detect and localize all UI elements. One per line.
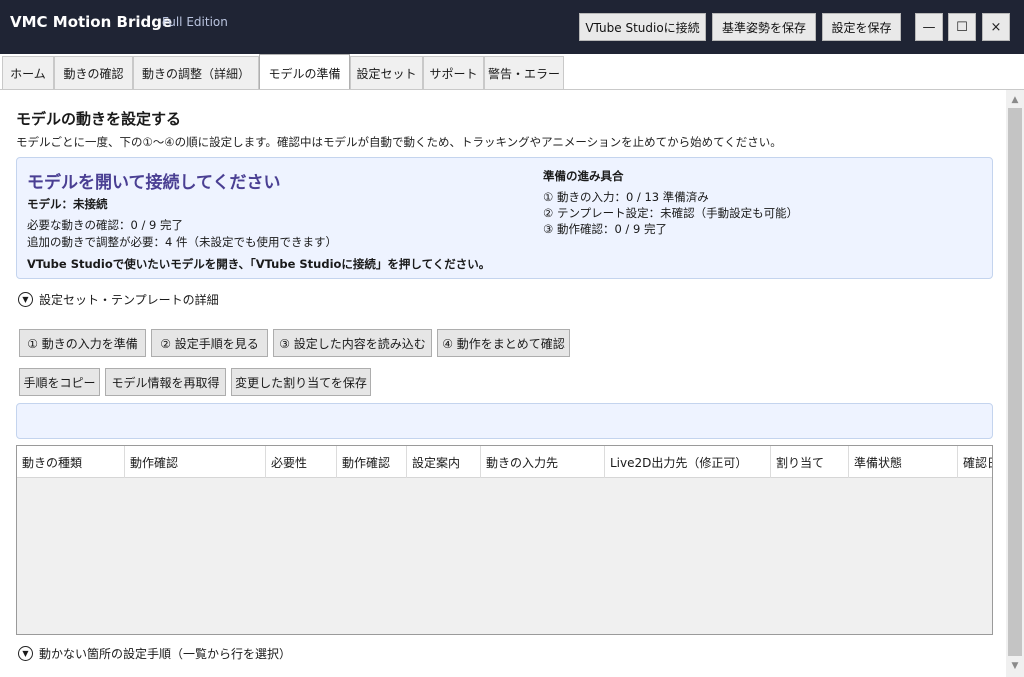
progress-step-3: ③ 動作確認：0 / 9 完了 [543, 222, 667, 236]
close-icon: × [990, 19, 1002, 35]
column-header[interactable]: 動きの入力先 [481, 446, 605, 478]
progress-step-2: ② テンプレート設定：未確認（手動設定も可能） [543, 206, 799, 220]
required-motion-status: 必要な動きの確認：0 / 9 完了 [27, 218, 183, 232]
column-header[interactable]: 設定案内 [407, 446, 481, 478]
connect-vtube-studio-button[interactable]: VTube Studioに接続 [579, 13, 706, 41]
app-edition: Full Edition [162, 15, 228, 29]
connect-instruction: VTube Studioで使いたいモデルを開き、「VTube Studioに接続… [27, 257, 491, 271]
column-header[interactable]: Live2D出力先（修正可） [605, 446, 771, 478]
scroll-up-icon[interactable]: ▲ [1006, 92, 1024, 108]
templates-expander-label: 設定セット・テンプレートの詳細 [39, 293, 219, 307]
view-setup-steps-button[interactable]: ② 設定手順を見る [151, 329, 268, 357]
batch-check-button[interactable]: ④ 動作をまとめて確認 [437, 329, 570, 357]
column-header[interactable]: 必要性 [266, 446, 337, 478]
tab-setting-sets[interactable]: 設定セット [350, 56, 423, 90]
tab-home[interactable]: ホーム [2, 56, 54, 90]
tab-motion-check[interactable]: 動きの確認 [54, 56, 133, 90]
save-base-pose-button[interactable]: 基準姿勢を保存 [712, 13, 816, 41]
prepare-motion-input-button[interactable]: ① 動きの入力を準備 [19, 329, 146, 357]
tab-warnings-errors[interactable]: 警告・エラー [484, 56, 564, 90]
save-assignments-button[interactable]: 変更した割り当てを保存 [231, 368, 371, 396]
minimize-icon: — [922, 19, 936, 35]
copy-steps-button[interactable]: 手順をコピー [19, 368, 100, 396]
progress-step-1: ① 動きの入力：0 / 13 準備済み [543, 190, 709, 204]
maximize-icon: ☐ [956, 19, 968, 35]
chevron-down-icon: ▼ [18, 646, 33, 661]
load-settings-button[interactable]: ③ 設定した内容を読み込む [273, 329, 432, 357]
app-title: VMC Motion Bridge [10, 13, 173, 31]
tab-motion-adjust[interactable]: 動きの調整（詳細） [133, 56, 259, 90]
additional-motion-status: 追加の動きで調整が必要：4 件（未設定でも使用できます） [27, 235, 337, 249]
chevron-down-icon: ▼ [18, 292, 33, 307]
tab-model-prep[interactable]: モデルの準備 [259, 54, 350, 91]
unmoving-parts-expander[interactable]: ▼ 動かない箇所の設定手順（一覧から行を選択） [18, 645, 291, 662]
column-header[interactable]: 準備状態 [849, 446, 958, 478]
column-header[interactable]: 動作確認 [337, 446, 407, 478]
motion-table[interactable]: 動きの種類 動作確認 必要性 動作確認 設定案内 動きの入力先 Live2D出力… [16, 445, 993, 635]
templates-expander[interactable]: ▼ 設定セット・テンプレートの詳細 [18, 291, 219, 308]
page-title: モデルの動きを設定する [16, 110, 182, 128]
reload-model-info-button[interactable]: モデル情報を再取得 [105, 368, 226, 396]
progress-title: 準備の進み具合 [543, 169, 624, 183]
unmoving-parts-expander-label: 動かない箇所の設定手順（一覧から行を選択） [39, 647, 292, 661]
maximize-button[interactable]: ☐ [948, 13, 976, 41]
column-header[interactable]: 確認日 [958, 446, 992, 478]
title-bar: VMC Motion Bridge Full Edition VTube Stu… [0, 0, 1024, 54]
tab-support[interactable]: サポート [423, 56, 484, 90]
column-header[interactable]: 割り当て [771, 446, 849, 478]
save-settings-button[interactable]: 設定を保存 [822, 13, 901, 41]
minimize-button[interactable]: — [915, 13, 943, 41]
scroll-down-icon[interactable]: ▼ [1006, 658, 1024, 674]
connection-status-panel: モデルを開いて接続してください モデル：未接続 必要な動きの確認：0 / 9 完… [16, 157, 993, 279]
scrollbar-thumb[interactable] [1008, 108, 1022, 656]
status-heading: モデルを開いて接続してください [27, 173, 281, 193]
tab-bar: ホーム 動きの確認 動きの調整（詳細） モデルの準備 設定セット サポート 警告… [0, 54, 1024, 91]
table-header: 動きの種類 動作確認 必要性 動作確認 設定案内 動きの入力先 Live2D出力… [17, 446, 992, 478]
page-description: モデルごとに一度、下の①〜④の順に設定します。確認中はモデルが自動で動くため、ト… [16, 135, 782, 149]
info-bar [16, 403, 993, 439]
column-header[interactable]: 動作確認 [125, 446, 266, 478]
column-header[interactable]: 動きの種類 [17, 446, 125, 478]
model-status: モデル：未接続 [27, 197, 108, 211]
close-button[interactable]: × [982, 13, 1010, 41]
